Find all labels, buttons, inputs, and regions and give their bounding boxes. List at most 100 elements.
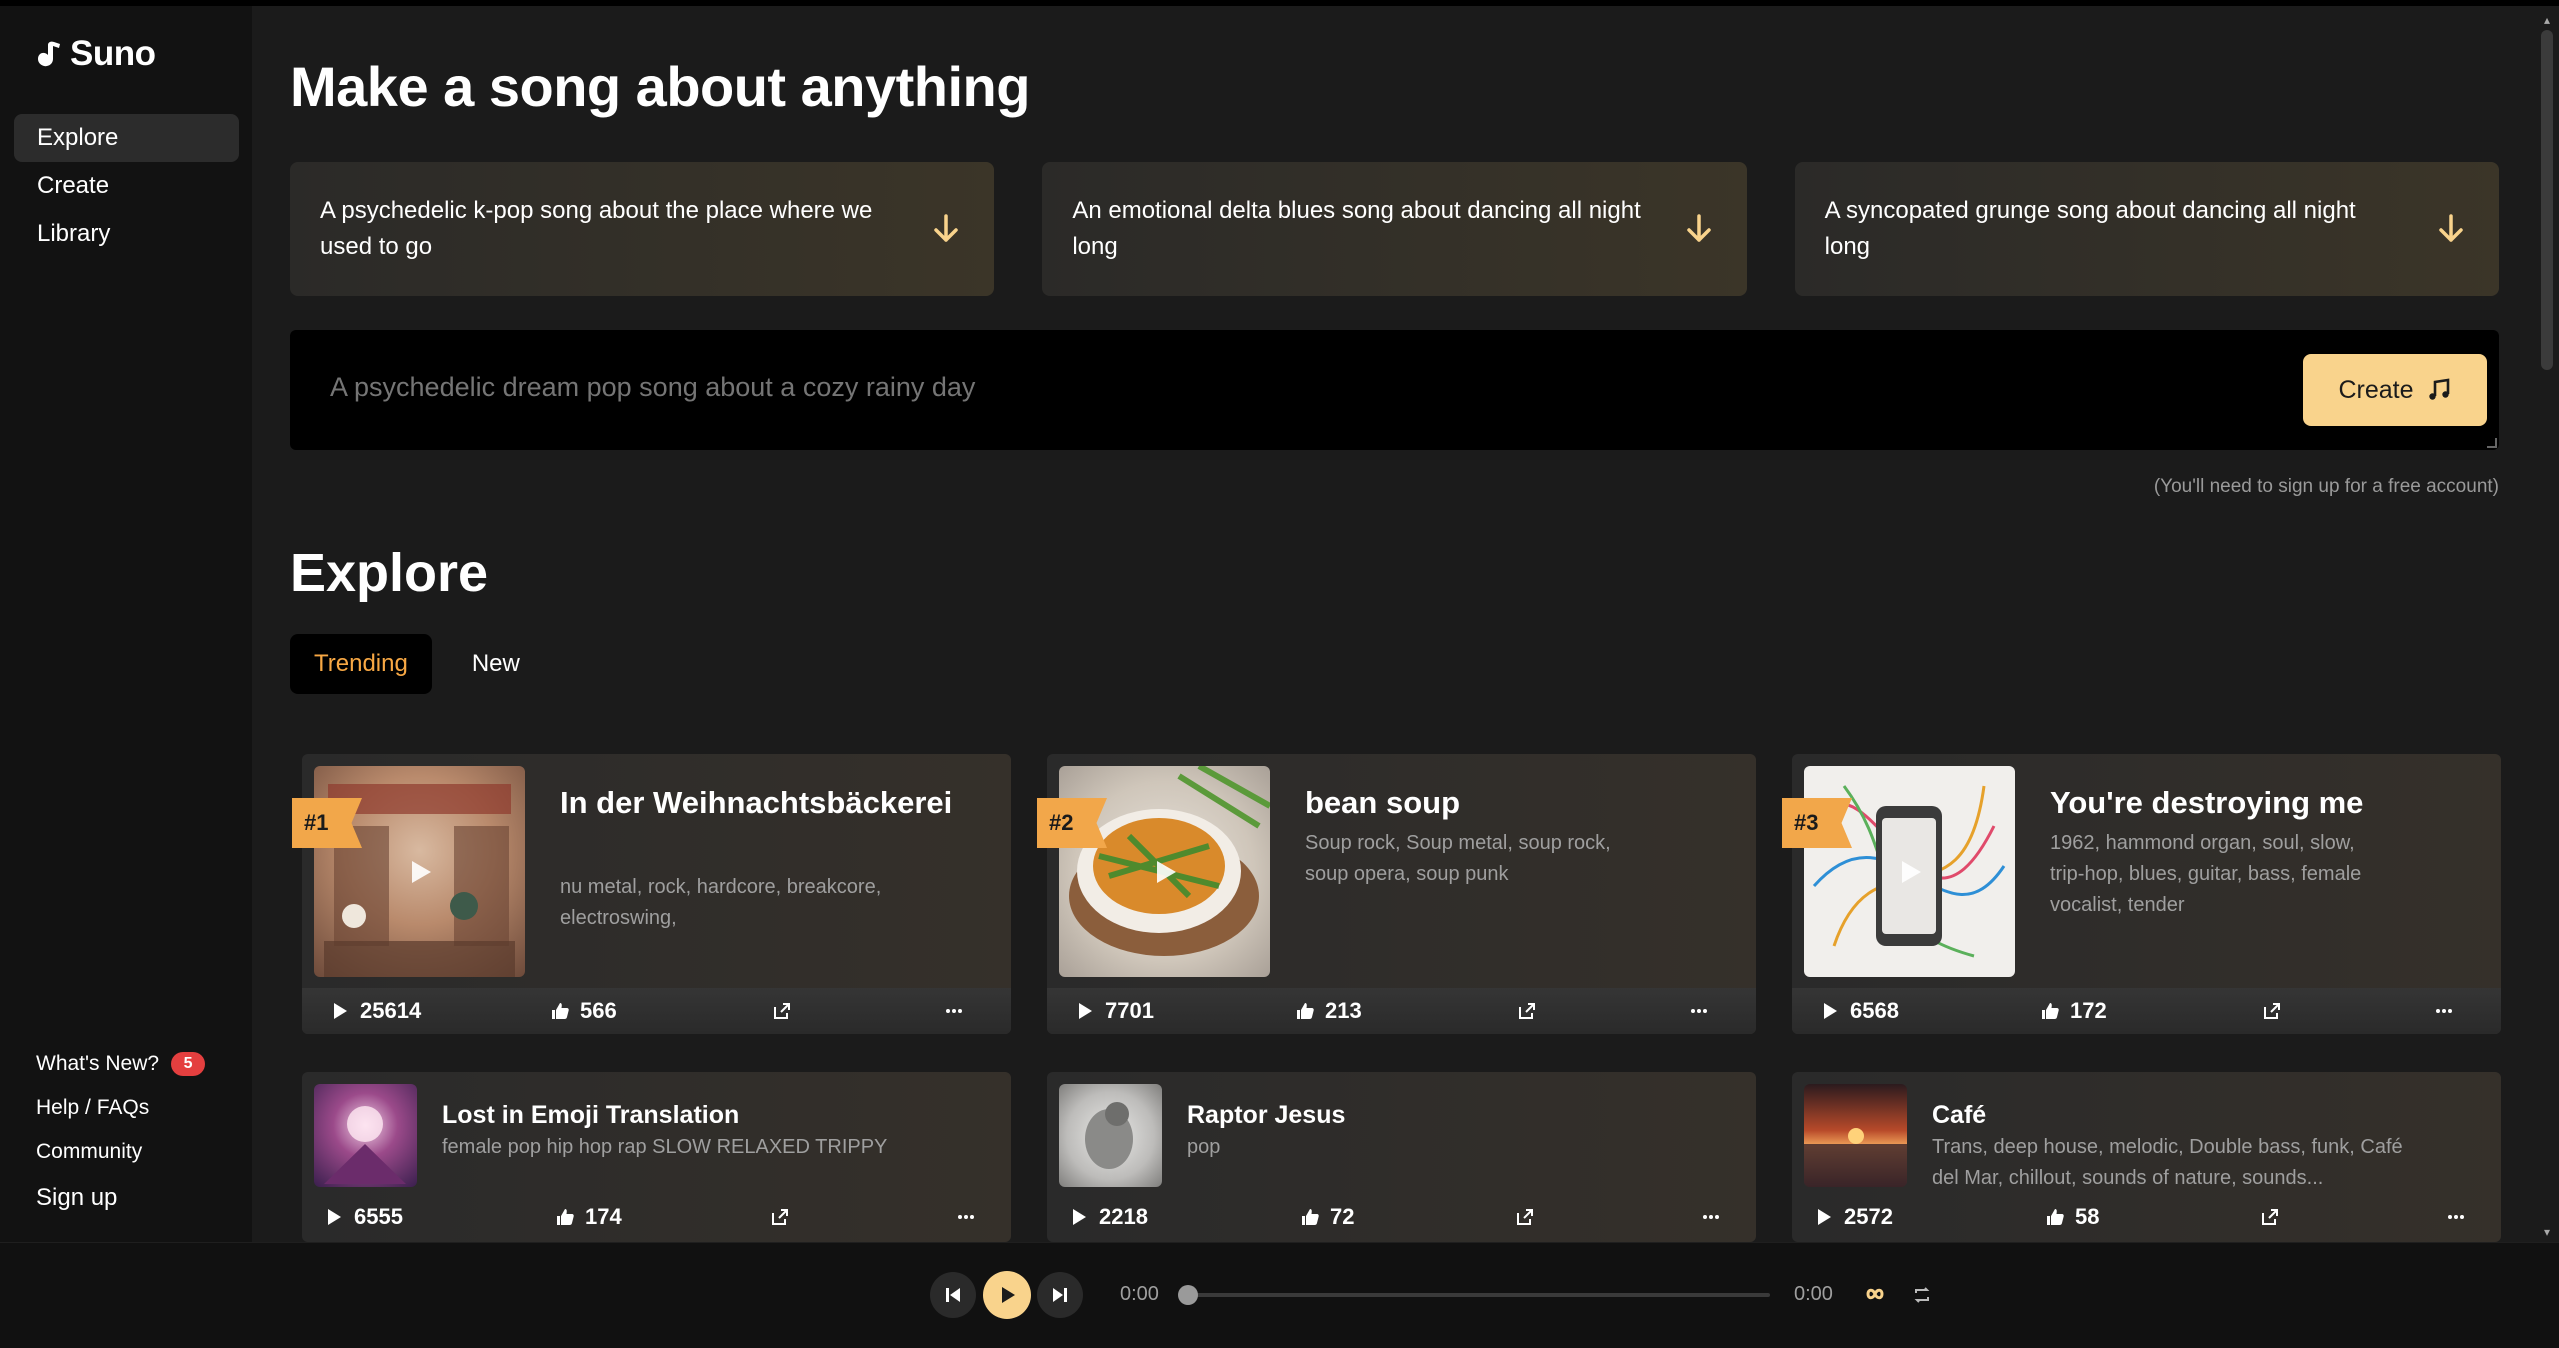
next-track-button[interactable]	[1037, 1272, 1083, 1318]
sidebar-item-library[interactable]: Library	[14, 210, 239, 258]
share-icon[interactable]	[772, 1001, 792, 1021]
like-count-value: 72	[1330, 1204, 1355, 1229]
like-count[interactable]: 58	[2045, 1204, 2099, 1230]
prompt-suggestion-card[interactable]: A syncopated grunge song about dancing a…	[1794, 162, 2499, 296]
song-cover[interactable]	[1059, 1084, 1162, 1187]
share-icon[interactable]	[1515, 1207, 1535, 1227]
song-card[interactable]: #3 You're destroying me 1962, hammond or…	[1782, 754, 2501, 1034]
song-tags: Soup rock, Soup metal, soup rock, soup o…	[1305, 832, 1611, 885]
whats-new-link[interactable]: What's New? 5	[36, 1042, 206, 1086]
song-title[interactable]: You're destroying me	[2050, 780, 2470, 826]
play-count-value: 6555	[354, 1204, 403, 1229]
create-button-label: Create	[2338, 375, 2414, 404]
share-icon[interactable]	[770, 1207, 790, 1227]
more-options-icon[interactable]	[956, 1207, 976, 1227]
tab-trending[interactable]: Trending	[290, 634, 432, 694]
song-title[interactable]: bean soup	[1305, 780, 1725, 826]
like-count[interactable]: 174	[555, 1204, 622, 1230]
play-count-value: 7701	[1105, 998, 1154, 1023]
skip-back-icon	[946, 1288, 960, 1302]
song-card[interactable]: #1 In der Weihnachtsbäckerei nu metal, r…	[292, 754, 1011, 1034]
scrollbar-thumb[interactable]	[2541, 30, 2553, 370]
skip-forward-icon	[1053, 1288, 1067, 1302]
play-count[interactable]: 25614	[330, 998, 421, 1024]
play-icon	[1079, 1003, 1092, 1019]
play-count[interactable]: 2218	[1069, 1204, 1148, 1230]
scroll-up-arrow-icon[interactable]: ▴	[2541, 14, 2553, 26]
play-count[interactable]: 6568	[1820, 998, 1899, 1024]
sidebar-item-create[interactable]: Create	[14, 162, 239, 210]
song-cover[interactable]	[1804, 766, 2015, 977]
play-overlay-icon[interactable]	[406, 858, 434, 886]
progress-knob[interactable]	[1178, 1285, 1198, 1305]
song-title[interactable]: Raptor Jesus	[1187, 1098, 1727, 1132]
song-title[interactable]: Café	[1932, 1098, 2472, 1132]
prompt-suggestion-card[interactable]: An emotional delta blues song about danc…	[1042, 162, 1747, 296]
play-count[interactable]: 6555	[324, 1204, 403, 1230]
more-options-icon[interactable]	[2434, 1001, 2454, 1021]
like-count-value: 566	[580, 998, 617, 1023]
share-icon[interactable]	[2262, 1001, 2282, 1021]
song-tags: 1962, hammond organ, soul, slow, trip-ho…	[2050, 832, 2362, 916]
sidebar-item-explore[interactable]: Explore	[14, 114, 239, 162]
song-cover[interactable]	[1059, 766, 1270, 977]
song-card[interactable]: Café Trans, deep house, melodic, Double …	[1792, 1072, 2501, 1242]
sign-up-link[interactable]: Sign up	[36, 1176, 205, 1220]
song-card[interactable]: Lost in Emoji Translation female pop hip…	[302, 1072, 1011, 1242]
like-count[interactable]: 566	[550, 998, 617, 1024]
song-tags: female pop hip hop rap SLOW RELAXED TRIP…	[442, 1136, 888, 1158]
play-overlay-icon[interactable]	[1151, 858, 1179, 886]
help-faqs-link[interactable]: Help / FAQs	[36, 1086, 205, 1130]
repeat-icon[interactable]	[1912, 1285, 1932, 1305]
song-cover[interactable]	[314, 766, 525, 977]
prompt-suggestion-text: A syncopated grunge song about dancing a…	[1824, 197, 2356, 260]
song-cover[interactable]	[314, 1084, 417, 1187]
scroll-down-arrow-icon[interactable]: ▾	[2541, 1226, 2553, 1238]
play-overlay-icon[interactable]	[1896, 858, 1924, 886]
thumbs-up-icon	[552, 1003, 569, 1019]
loop-icon[interactable]	[1862, 1283, 1888, 1305]
scrollbar[interactable]: ▴ ▾	[2535, 6, 2559, 1242]
resize-handle[interactable]	[2487, 438, 2497, 448]
thumbs-up-icon	[1302, 1209, 1319, 1225]
more-options-icon[interactable]	[2446, 1207, 2466, 1227]
song-title[interactable]: Lost in Emoji Translation	[442, 1098, 982, 1132]
play-icon	[328, 1209, 341, 1225]
progress-bar[interactable]	[1180, 1293, 1770, 1297]
play-icon	[1818, 1209, 1831, 1225]
song-prompt-input[interactable]	[330, 372, 2130, 403]
share-icon[interactable]	[1517, 1001, 1537, 1021]
play-count[interactable]: 2572	[1814, 1204, 1893, 1230]
play-count[interactable]: 7701	[1075, 998, 1154, 1024]
prompt-suggestion-text: A psychedelic k-pop song about the place…	[320, 197, 873, 260]
logo[interactable]: Suno	[34, 34, 156, 74]
tab-new[interactable]: New	[448, 634, 544, 694]
more-options-icon[interactable]	[1701, 1207, 1721, 1227]
like-count[interactable]: 213	[1295, 998, 1362, 1024]
like-count-value: 172	[2070, 998, 2107, 1023]
community-link[interactable]: Community	[36, 1130, 205, 1174]
song-stats-bar: 2572 58	[1792, 1192, 2501, 1242]
previous-track-button[interactable]	[930, 1272, 976, 1318]
emoji-cover-art	[324, 1106, 406, 1184]
more-options-icon[interactable]	[1689, 1001, 1709, 1021]
play-button[interactable]	[983, 1271, 1031, 1319]
play-count-value: 2218	[1099, 1204, 1148, 1229]
song-card[interactable]: #2 bean soup Soup rock, Soup metal, soup…	[1037, 754, 1756, 1034]
song-card[interactable]: Raptor Jesus pop 2218 72	[1047, 1072, 1756, 1242]
song-title[interactable]: In der Weihnachtsbäckerei	[560, 780, 980, 826]
song-stats-bar: 6555 174	[302, 1192, 1011, 1242]
like-count[interactable]: 72	[1300, 1204, 1354, 1230]
prompt-suggestion-card[interactable]: A psychedelic k-pop song about the place…	[290, 162, 995, 296]
more-options-icon[interactable]	[944, 1001, 964, 1021]
song-prompt-box: Create	[290, 330, 2499, 450]
page-title: Make a song about anything	[290, 55, 1030, 118]
create-button[interactable]: Create	[2303, 354, 2487, 426]
play-icon	[1002, 1287, 1015, 1303]
share-icon[interactable]	[2260, 1207, 2280, 1227]
like-count[interactable]: 172	[2040, 998, 2107, 1024]
song-cover[interactable]	[1804, 1084, 1907, 1187]
explore-heading: Explore	[290, 543, 489, 603]
thumbs-up-icon	[2042, 1003, 2059, 1019]
song-stats-bar: 6568 172	[1792, 988, 2501, 1034]
